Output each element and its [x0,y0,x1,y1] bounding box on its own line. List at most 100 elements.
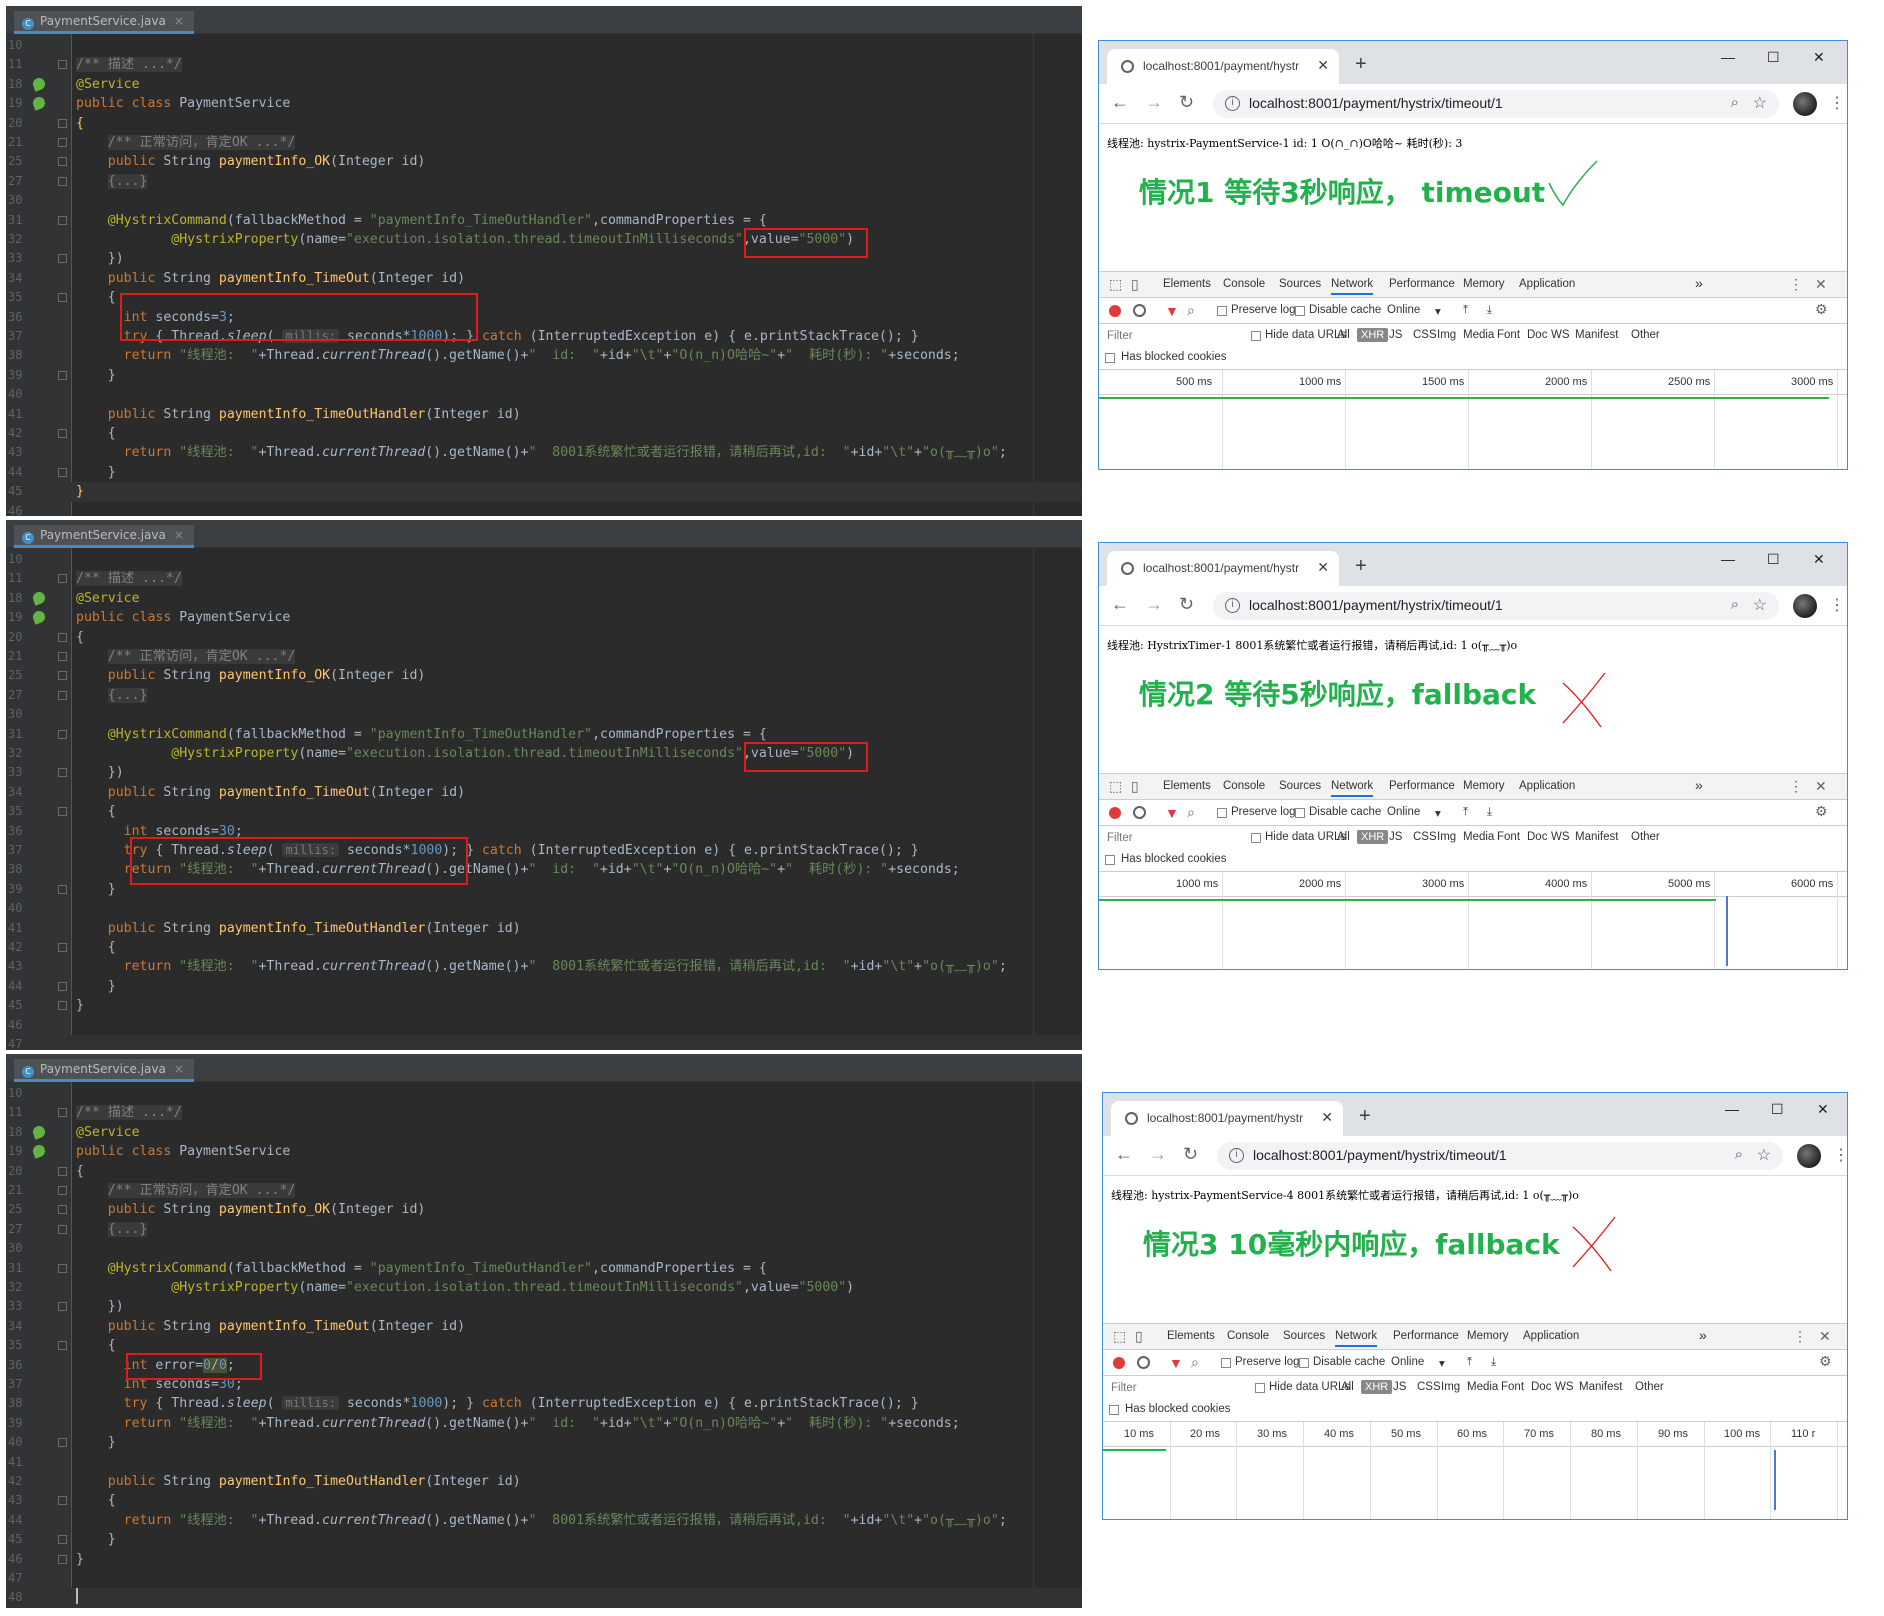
type-filter-media[interactable]: Media [1463,831,1494,843]
code-line[interactable]: 44 } [6,463,1082,482]
fold-marker-icon[interactable] [58,1341,67,1351]
reload-icon[interactable]: ↻ [1179,594,1194,615]
fold-marker-icon[interactable] [58,729,67,739]
address-bar[interactable]: i localhost:8001/payment/hystrix/timeout… [1213,592,1779,620]
fold-marker-icon[interactable] [58,1224,67,1234]
code-line[interactable]: 11 /** 描述 ...*/ [6,569,1082,588]
code-line[interactable]: 42 public String paymentInfo_TimeOutHand… [6,1472,1082,1491]
profile-avatar[interactable] [1797,1144,1821,1168]
disable-cache-checkbox[interactable] [1295,306,1305,316]
type-filter-media[interactable]: Media [1463,329,1494,341]
reload-icon[interactable]: ↻ [1183,1144,1198,1165]
code-line[interactable]: 30 [6,705,1082,724]
close-icon[interactable]: ✕ [1317,57,1329,74]
new-tab-button[interactable]: + [1359,1105,1371,1128]
code-line[interactable]: 19 public class PaymentService [6,94,1082,113]
fold-marker-icon[interactable] [58,652,67,661]
profile-avatar[interactable] [1793,594,1817,618]
import-icon[interactable]: ⤒ [1467,1356,1472,1369]
code-line[interactable]: 20 { [6,114,1082,133]
fold-marker-icon[interactable] [58,467,67,477]
type-filter-xhr[interactable]: XHR [1357,830,1389,844]
code-line[interactable]: 45} [6,996,1082,1015]
code-line[interactable]: 25 public String paymentInfo_OK(Integer … [6,152,1082,171]
devtools-tab-performance[interactable]: Performance [1389,278,1455,290]
type-filter-manifest[interactable]: Manifest [1575,831,1618,843]
code-line[interactable]: 46} [6,1550,1082,1569]
editor-tab[interactable]: C PaymentService.java × [14,11,194,34]
clear-icon[interactable] [1133,304,1146,317]
has-blocked-cookies-checkbox[interactable] [1105,855,1115,865]
device-toolbar-icon[interactable]: ▯ [1135,1328,1143,1345]
code-line[interactable]: 38 return "线程池: "+Thread.currentThread()… [6,346,1082,365]
close-icon[interactable]: ✕ [1317,559,1329,576]
code-line[interactable]: 19 public class PaymentService [6,1142,1082,1161]
code-line[interactable]: 34 public String paymentInfo_TimeOut(Int… [6,1317,1082,1336]
throttle-select[interactable]: Online [1387,806,1420,818]
devtools-close-icon[interactable]: ✕ [1819,1328,1831,1345]
code-line[interactable]: 33 }) [6,249,1082,268]
type-filter-doc[interactable]: Doc [1527,329,1547,341]
preserve-log-checkbox[interactable] [1217,808,1227,818]
back-icon[interactable]: ← [1111,594,1129,615]
maximize-icon[interactable]: ☐ [1767,551,1780,568]
code-line[interactable]: 31 @HystrixCommand(fallbackMethod = "pay… [6,211,1082,230]
type-filter-xhr[interactable]: XHR [1357,328,1389,342]
code-line[interactable]: 41 public String paymentInfo_TimeOutHand… [6,405,1082,424]
bookmark-star-icon[interactable]: ☆ [1757,1145,1771,1165]
fold-marker-icon[interactable] [58,138,67,147]
info-icon[interactable]: i [1229,1148,1244,1163]
fold-marker-icon[interactable] [58,768,67,778]
request-waterfall-bar[interactable] [1103,1449,1166,1451]
info-icon[interactable]: i [1225,96,1240,111]
spring-bean-icon[interactable] [31,1143,47,1159]
code-line[interactable]: 43 { [6,1491,1082,1510]
hide-data-urls-checkbox[interactable] [1251,331,1261,341]
request-waterfall-bar[interactable] [1099,397,1829,399]
type-filter-js[interactable]: JS [1393,1381,1406,1393]
type-filter-font[interactable]: Font [1501,1381,1524,1393]
fold-marker-icon[interactable] [58,574,67,584]
type-filter-manifest[interactable]: Manifest [1575,329,1618,341]
fold-marker-icon[interactable] [58,429,67,438]
record-icon[interactable] [1109,807,1121,819]
menu-kebab-icon[interactable]: ⋮ [1829,93,1845,113]
code-line[interactable]: 39 } [6,366,1082,385]
minimize-icon[interactable]: — [1725,1101,1739,1117]
minimize-icon[interactable]: — [1721,551,1735,567]
devtools-tab-console[interactable]: Console [1227,1330,1269,1342]
back-icon[interactable]: ← [1115,1144,1133,1165]
throttle-select[interactable]: Online [1387,304,1420,316]
spring-bean-icon[interactable] [31,95,47,111]
code-line[interactable]: 45} [6,482,1082,502]
code-line[interactable]: 43 return "线程池: "+Thread.currentThread()… [6,443,1082,462]
search-icon[interactable]: ⌕ [1187,804,1195,821]
address-url[interactable]: localhost:8001/payment/hystrix/timeout/1 [1253,1147,1507,1163]
maximize-icon[interactable]: ☐ [1771,1101,1784,1118]
close-icon[interactable]: × [174,1062,184,1076]
fold-marker-icon[interactable] [58,157,67,167]
fold-marker-icon[interactable] [58,254,67,264]
address-url[interactable]: localhost:8001/payment/hystrix/timeout/1 [1249,95,1503,111]
disable-cache-checkbox[interactable] [1295,808,1305,818]
code-line[interactable]: 34 public String paymentInfo_TimeOut(Int… [6,783,1082,802]
type-filter-doc[interactable]: Doc [1531,1381,1551,1393]
back-icon[interactable]: ← [1111,92,1129,113]
export-icon[interactable]: ⤓ [1487,806,1492,819]
code-line[interactable]: 33 }) [6,763,1082,782]
code-line[interactable]: 34 public String paymentInfo_TimeOut(Int… [6,269,1082,288]
spring-bean-icon[interactable] [31,1124,47,1140]
zoom-icon[interactable]: ⌕ [1731,94,1739,111]
hide-data-urls-checkbox[interactable] [1255,1383,1265,1393]
type-filter-doc[interactable]: Doc [1527,831,1547,843]
code-line[interactable]: 40 [6,899,1082,918]
type-filter-ws[interactable]: WS [1551,831,1570,843]
code-line[interactable]: 21 /** 正常访问，肯定OK ...*/ [6,133,1082,152]
code-line[interactable]: 46 [6,502,1082,516]
code-line[interactable]: 31 @HystrixCommand(fallbackMethod = "pay… [6,1259,1082,1278]
code-line[interactable]: 20 { [6,628,1082,647]
devtools-tab-network[interactable]: Network [1331,278,1374,295]
fold-marker-icon[interactable] [58,118,67,128]
code-line[interactable]: 41 [6,1453,1082,1472]
inspect-element-icon[interactable]: ⬚ [1109,778,1122,795]
